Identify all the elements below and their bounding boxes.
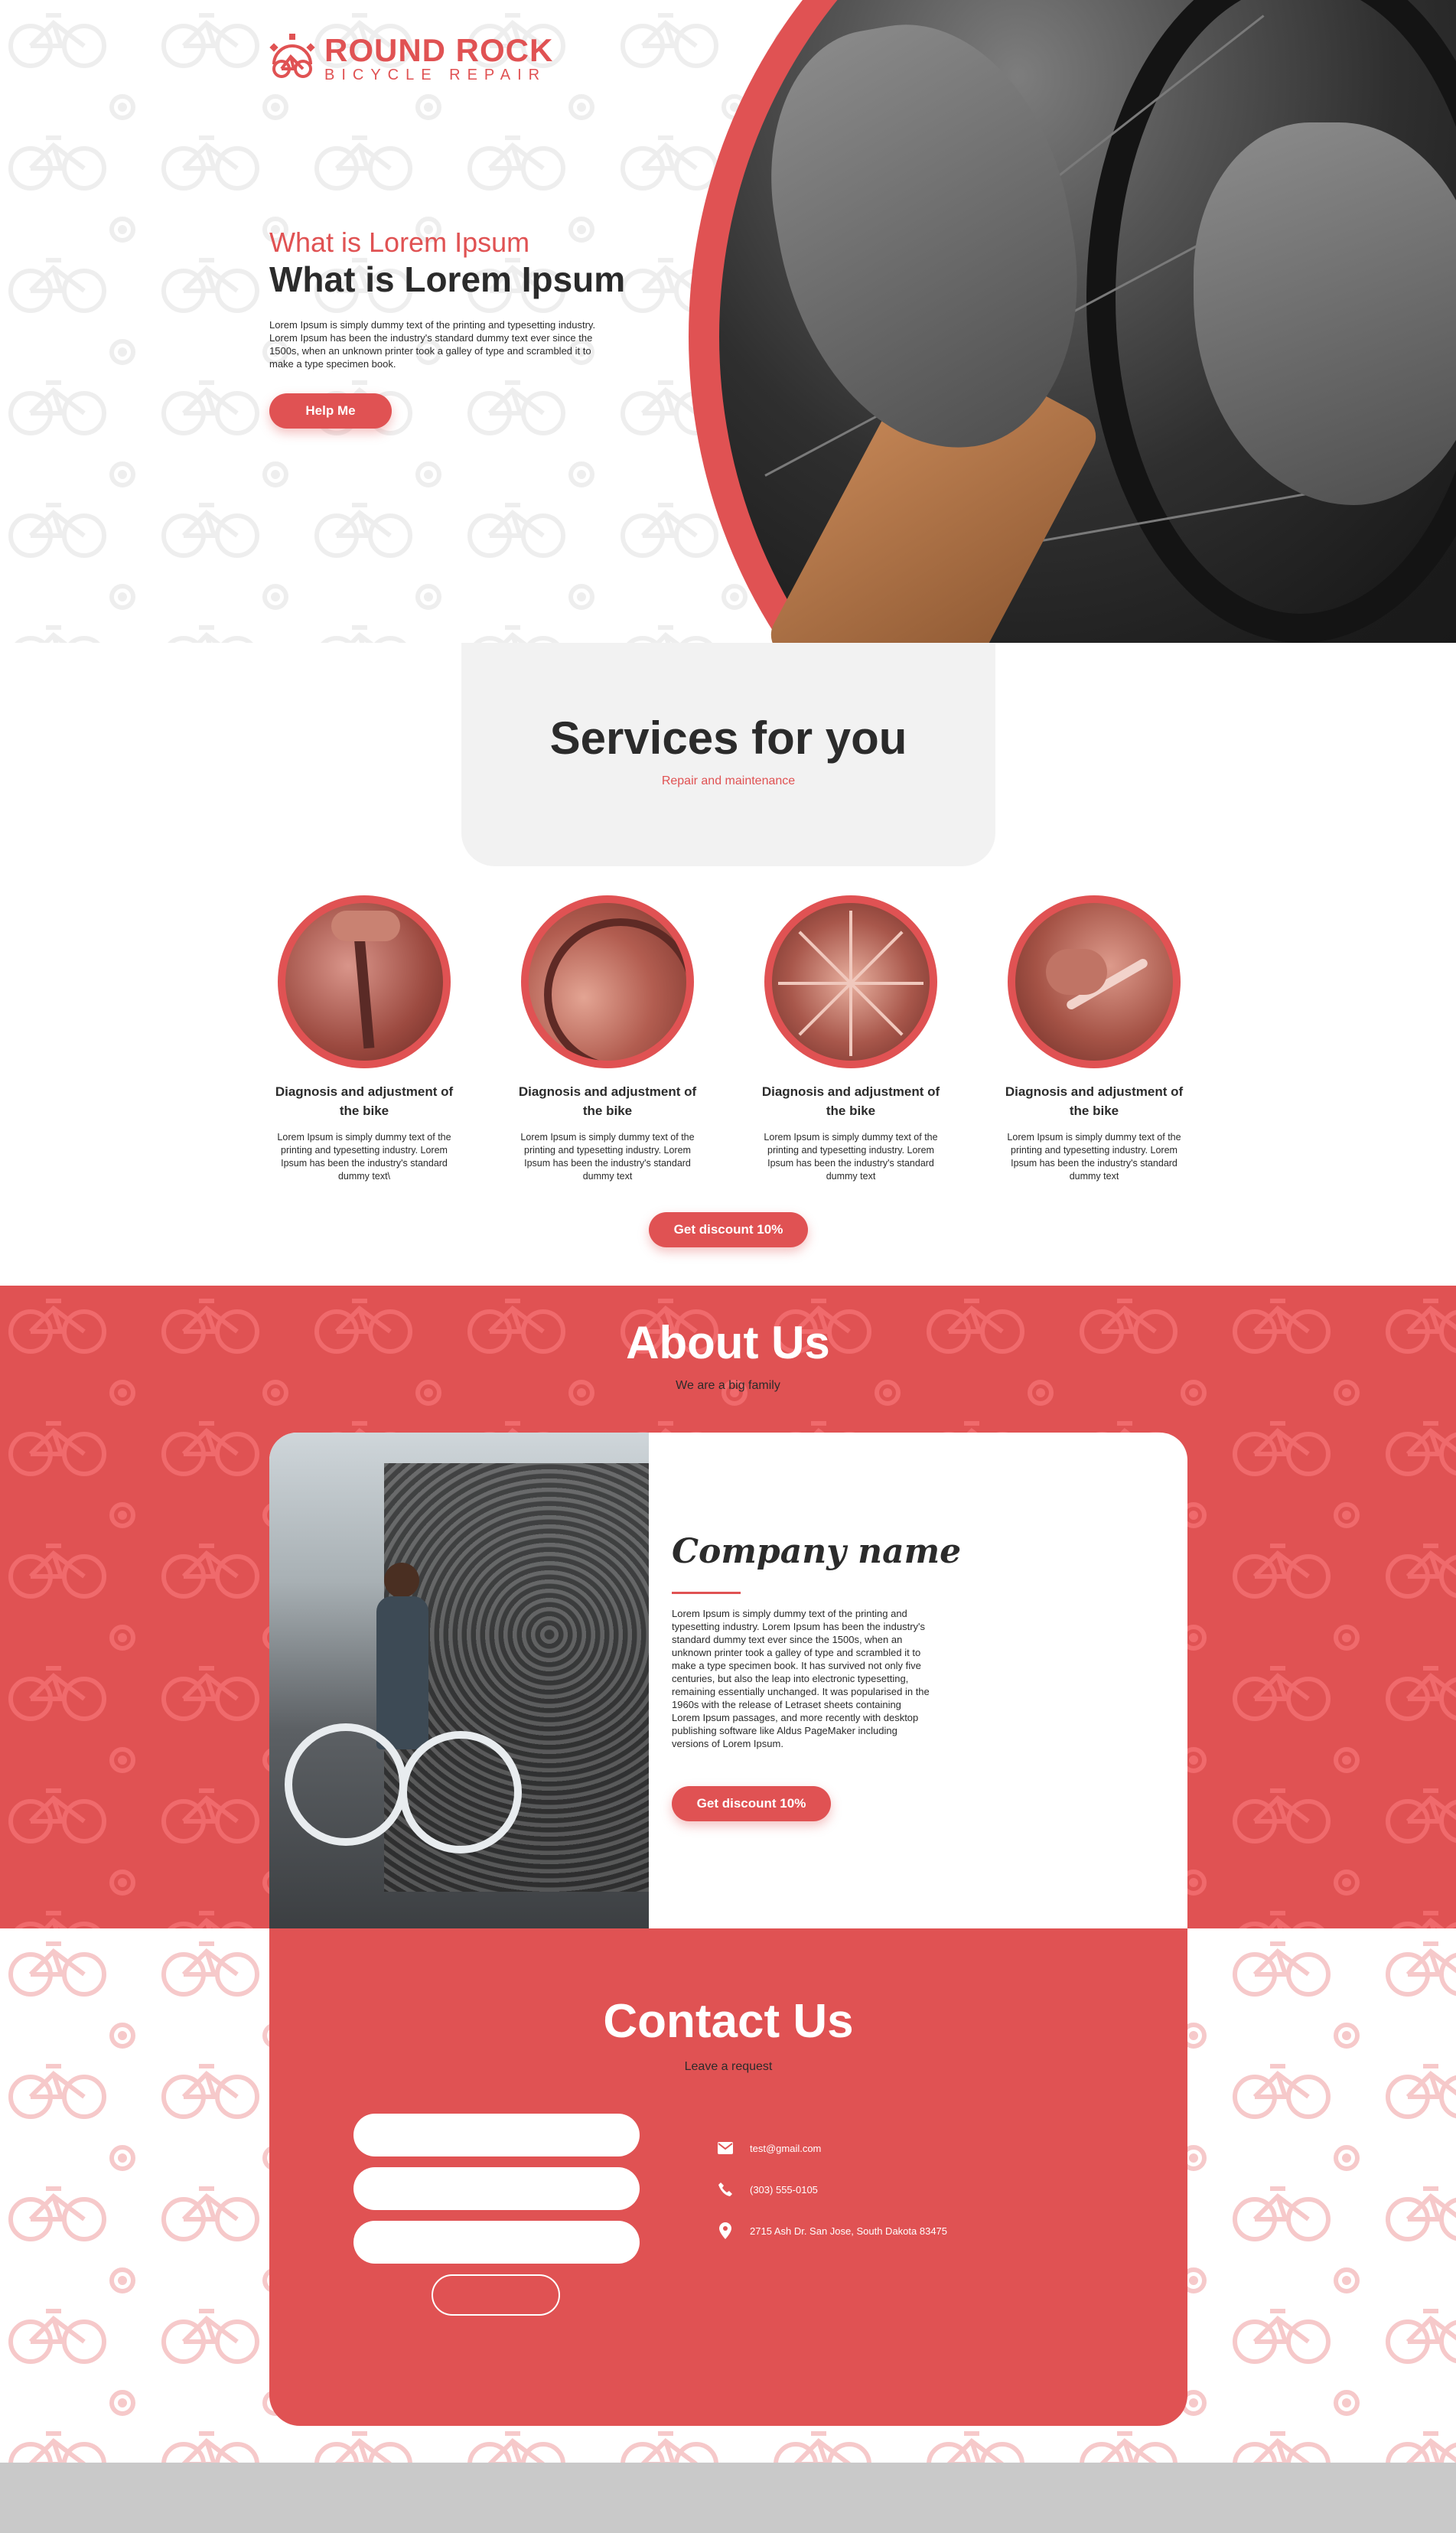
service-card[interactable]: Diagnosis and adjustment of the bike Lor…	[759, 895, 943, 1183]
contact-address-row[interactable]: 2715 Ash Dr. San Jose, South Dakota 8347…	[716, 2222, 947, 2240]
contact-field-2[interactable]	[353, 2167, 640, 2210]
hero-text: Lorem Ipsum is simply dummy text of the …	[269, 319, 596, 370]
hero-title: What is Lorem Ipsum	[269, 259, 626, 299]
service-image	[285, 903, 443, 1061]
service-image-frame	[521, 895, 694, 1068]
service-image-frame	[1008, 895, 1181, 1068]
service-text: Lorem Ipsum is simply dummy text of the …	[1007, 1132, 1181, 1182]
send-button[interactable]	[432, 2274, 560, 2316]
services-title: Services for you	[549, 712, 907, 764]
mail-icon	[716, 2139, 735, 2157]
service-card[interactable]: Diagnosis and adjustment of the bike Lor…	[272, 895, 456, 1183]
divider	[672, 1592, 741, 1594]
about-discount-button[interactable]: Get discount 10%	[672, 1786, 831, 1821]
contact-field-3[interactable]	[353, 2221, 640, 2264]
about-title: About Us	[626, 1317, 830, 1368]
service-title: Diagnosis and adjustment of the bike	[1005, 1084, 1184, 1118]
service-image-frame	[764, 895, 937, 1068]
contact-field-1[interactable]	[353, 2114, 640, 2156]
service-text: Lorem Ipsum is simply dummy text of the …	[520, 1132, 695, 1182]
contact-phone-row[interactable]: (303) 555-0105	[716, 2180, 818, 2199]
bike-shop-photo	[269, 1433, 649, 1928]
contact-title: Contact Us	[603, 1995, 854, 2048]
contact-subtitle: Leave a request	[684, 2060, 773, 2073]
company-name: Company name	[672, 1532, 962, 1571]
contact-phone: (303) 555-0105	[750, 2183, 818, 2196]
services-subtitle: Repair and maintenance	[661, 774, 796, 787]
service-text: Lorem Ipsum is simply dummy text of the …	[764, 1132, 938, 1182]
service-text: Lorem Ipsum is simply dummy text of the …	[277, 1132, 451, 1182]
help-me-button[interactable]: Help Me	[269, 393, 392, 429]
contact-address: 2715 Ash Dr. San Jose, South Dakota 8347…	[750, 2225, 948, 2237]
contact-email-row[interactable]: test@gmail.com	[716, 2139, 821, 2157]
service-card[interactable]: Diagnosis and adjustment of the bike Lor…	[1002, 895, 1186, 1183]
brand-title: ROUND ROCK	[324, 32, 554, 68]
service-image	[1015, 903, 1173, 1061]
brand-logo[interactable]: ROUND ROCK BICYCLE REPAIR	[268, 34, 553, 86]
footer-bar	[0, 2463, 1456, 2533]
service-image	[772, 903, 930, 1061]
hero-kicker: What is Lorem Ipsum	[269, 227, 530, 258]
about-subtitle: We are a big family	[676, 1379, 780, 1392]
location-pin-icon	[716, 2222, 735, 2240]
phone-icon	[716, 2180, 735, 2199]
service-image-frame	[278, 895, 451, 1068]
about-text: Lorem Ipsum is simply dummy text of the …	[672, 1608, 930, 1749]
service-title: Diagnosis and adjustment of the bike	[761, 1084, 940, 1118]
service-image	[529, 903, 686, 1061]
service-title: Diagnosis and adjustment of the bike	[518, 1084, 697, 1118]
get-discount-button[interactable]: Get discount 10%	[649, 1212, 808, 1247]
service-title: Diagnosis and adjustment of the bike	[275, 1084, 454, 1118]
gear-bike-icon	[269, 34, 315, 78]
brand-subtitle: BICYCLE REPAIR	[324, 67, 547, 83]
contact-email: test@gmail.com	[750, 2142, 822, 2154]
service-card[interactable]: Diagnosis and adjustment of the bike Lor…	[516, 895, 699, 1183]
